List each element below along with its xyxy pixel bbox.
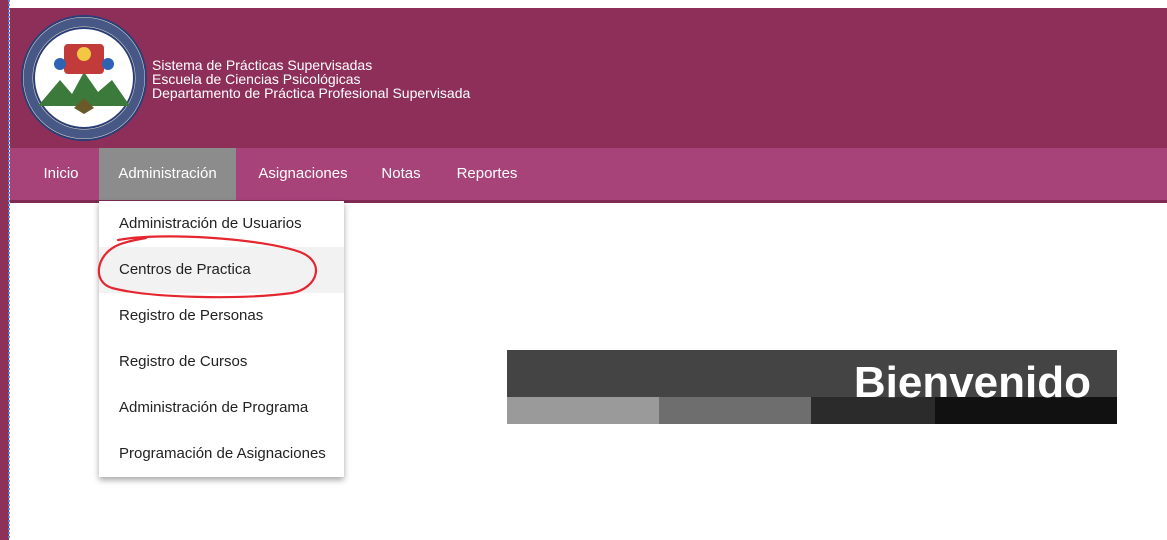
welcome-banner: Bienvenido <box>507 350 1117 424</box>
nav-asignaciones[interactable]: Asignaciones <box>248 148 358 200</box>
university-seal-icon <box>21 15 147 141</box>
school-title: Escuela de Ciencias Psicológicas <box>152 71 361 87</box>
left-page-border <box>0 0 10 540</box>
main-navbar: Inicio Administración Asignaciones Notas… <box>10 148 1167 203</box>
menu-item-registro-personas[interactable]: Registro de Personas <box>99 293 344 339</box>
menu-item-administracion-programa[interactable]: Administración de Programa <box>99 385 344 431</box>
department-title: Departamento de Práctica Profesional Sup… <box>152 85 471 101</box>
menu-item-centros-practica[interactable]: Centros de Practica <box>99 247 344 293</box>
banner-stripe <box>659 397 811 424</box>
nav-inicio[interactable]: Inicio <box>34 148 88 200</box>
nav-notas[interactable]: Notas <box>374 148 428 200</box>
menu-item-administracion-usuarios[interactable]: Administración de Usuarios <box>99 201 344 247</box>
menu-item-programacion-asignaciones[interactable]: Programación de Asignaciones <box>99 431 344 477</box>
welcome-title: Bienvenido <box>853 358 1091 407</box>
nav-reportes[interactable]: Reportes <box>448 148 526 200</box>
menu-item-registro-cursos[interactable]: Registro de Cursos <box>99 339 344 385</box>
site-header: Sistema de Prácticas Supervisadas Escuel… <box>10 8 1167 148</box>
nav-administracion[interactable]: Administración <box>99 148 236 200</box>
system-title: Sistema de Prácticas Supervisadas <box>152 57 373 73</box>
administracion-dropdown-menu: Administración de Usuarios Centros de Pr… <box>99 201 344 477</box>
header-titles: Sistema de Prácticas Supervisadas Escuel… <box>152 58 470 100</box>
banner-stripe <box>507 397 659 424</box>
